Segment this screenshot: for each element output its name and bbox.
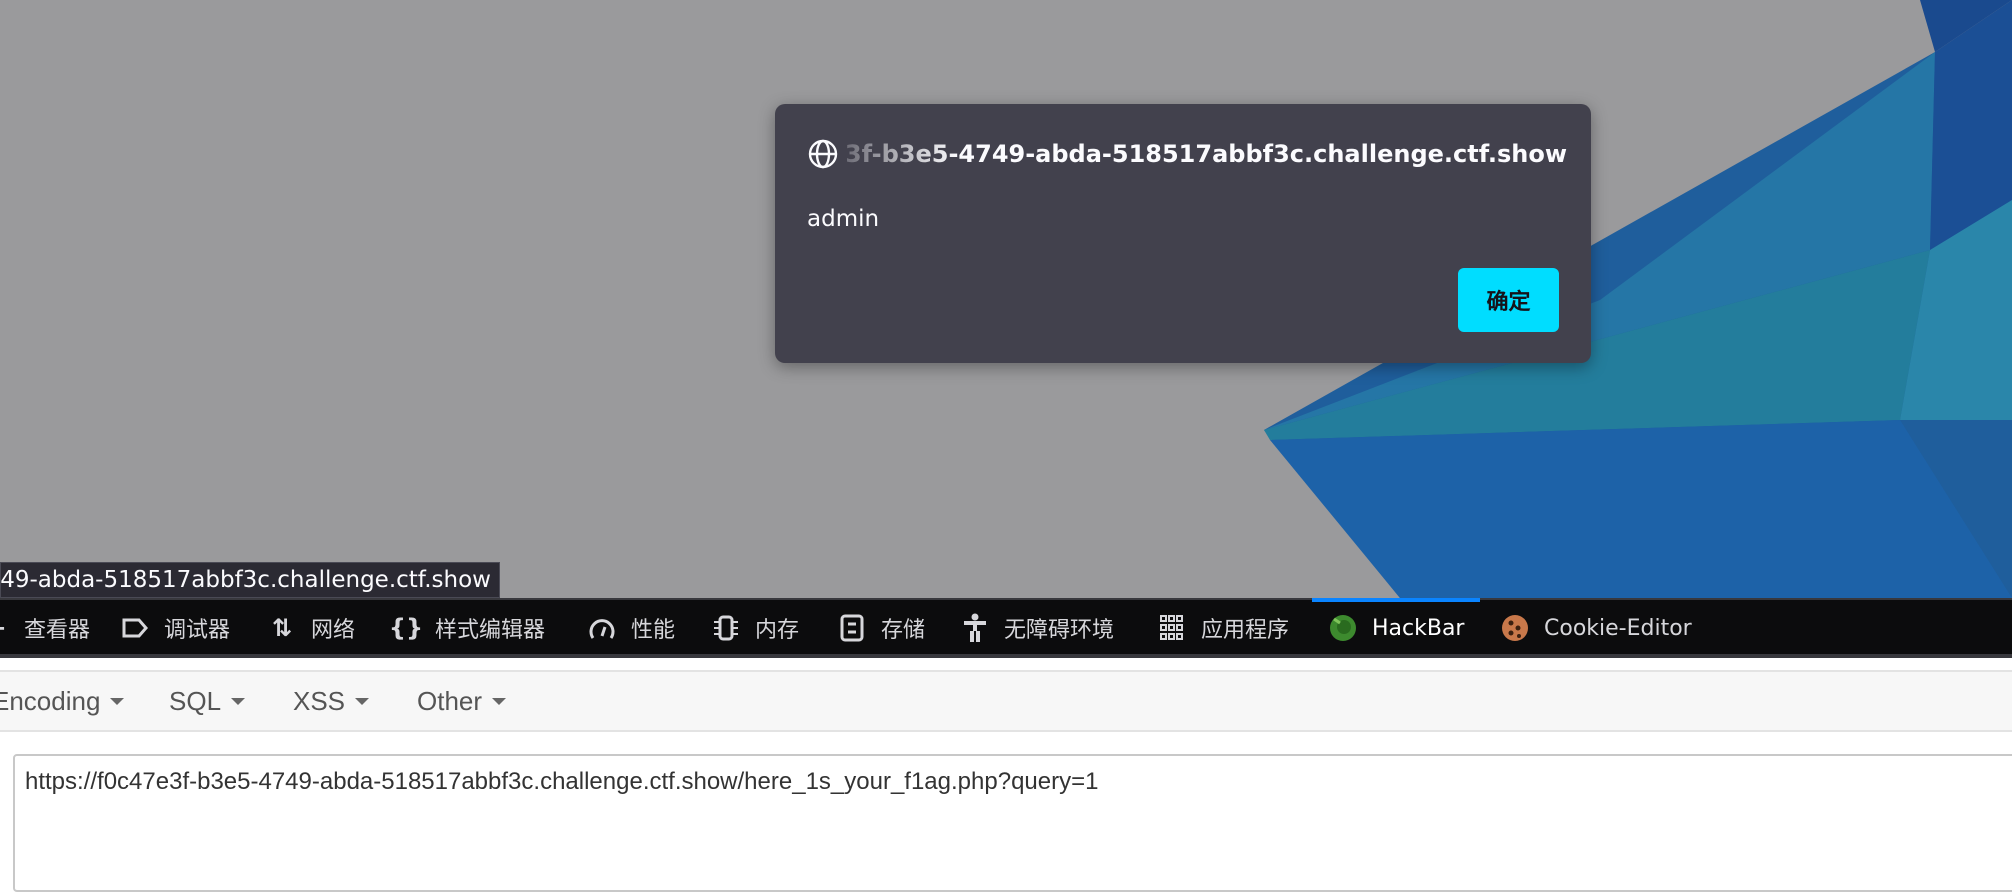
tab-label: HackBar: [1372, 615, 1465, 641]
hackbar-icon: [1328, 613, 1358, 643]
menu-label: XSS: [293, 685, 346, 716]
network-icon: ⇅: [271, 614, 293, 642]
cookie-icon: [1500, 613, 1530, 643]
tab-label: 内存: [755, 618, 800, 643]
caret-down-icon: [110, 697, 125, 705]
tab-label: 无障碍环境: [1004, 618, 1115, 643]
menu-encoding[interactable]: Encoding: [0, 672, 125, 730]
style-editor-icon: {}: [388, 614, 424, 642]
alert-dialog: f0c47e3f-b3e5-4749-abda-518517abbf3c.cha…: [775, 104, 1591, 363]
tab-debugger[interactable]: 调试器: [120, 600, 230, 656]
inspector-icon: ⊹: [0, 613, 10, 643]
tab-label: 网络: [311, 618, 356, 643]
caret-down-icon: [355, 697, 370, 705]
tab-network[interactable]: ⇅ 网络: [267, 600, 355, 656]
tab-style-editor[interactable]: {} 样式编辑器: [388, 600, 546, 656]
dialog-origin: f0c47e3f-b3e5-4749-abda-518517abbf3c.cha…: [847, 140, 1567, 168]
globe-icon: [808, 139, 838, 169]
debugger-icon: [120, 613, 150, 643]
tab-inspector[interactable]: ⊹ 查看器: [0, 600, 90, 656]
tab-performance[interactable]: 性能: [587, 600, 675, 656]
dialog-message: admin: [807, 206, 880, 232]
storage-icon: [837, 613, 867, 643]
tab-label: 调试器: [164, 618, 231, 643]
tab-label: 应用程序: [1201, 618, 1290, 643]
tab-label: 存储: [881, 618, 926, 643]
performance-icon: [587, 613, 617, 643]
hackbar-menu-bar: Encoding SQL XSS Other: [0, 670, 2012, 732]
tab-label: 性能: [631, 618, 676, 643]
menu-label: Encoding: [0, 685, 101, 716]
tab-accessibility[interactable]: 无障碍环境: [960, 600, 1114, 656]
devtools-tab-bar: ⊹ 查看器 调试器 ⇅ 网络 {} 样式编辑器 性能 内存 存储 无障碍环境 应用程序…: [0, 598, 2012, 658]
tab-storage[interactable]: 存储: [837, 600, 925, 656]
menu-other[interactable]: Other: [417, 672, 507, 730]
status-bar-link: f0c47e3f-b3e5-4749-abda-518517abbf3c.cha…: [0, 562, 500, 598]
memory-icon: [711, 613, 741, 643]
menu-label: SQL: [169, 685, 222, 716]
menu-xss[interactable]: XSS: [293, 672, 370, 730]
url-input[interactable]: https://f0c47e3f-b3e5-4749-abda-518517ab…: [13, 754, 2012, 892]
tab-cookie-editor[interactable]: Cookie-Editor: [1500, 600, 1692, 656]
tab-application[interactable]: 应用程序: [1157, 600, 1289, 656]
caret-down-icon: [492, 697, 507, 705]
caret-down-icon: [231, 697, 246, 705]
tab-label: 样式编辑器: [435, 618, 546, 643]
tab-memory[interactable]: 内存: [711, 600, 799, 656]
tab-label: 查看器: [24, 618, 91, 643]
ok-button[interactable]: 确定: [1458, 268, 1559, 332]
tab-hackbar[interactable]: HackBar: [1311, 598, 1482, 656]
tab-label: Cookie-Editor: [1544, 615, 1692, 641]
menu-label: Other: [417, 685, 483, 716]
menu-sql[interactable]: SQL: [169, 672, 246, 730]
accessibility-icon: [960, 613, 990, 643]
application-icon: [1157, 613, 1187, 643]
